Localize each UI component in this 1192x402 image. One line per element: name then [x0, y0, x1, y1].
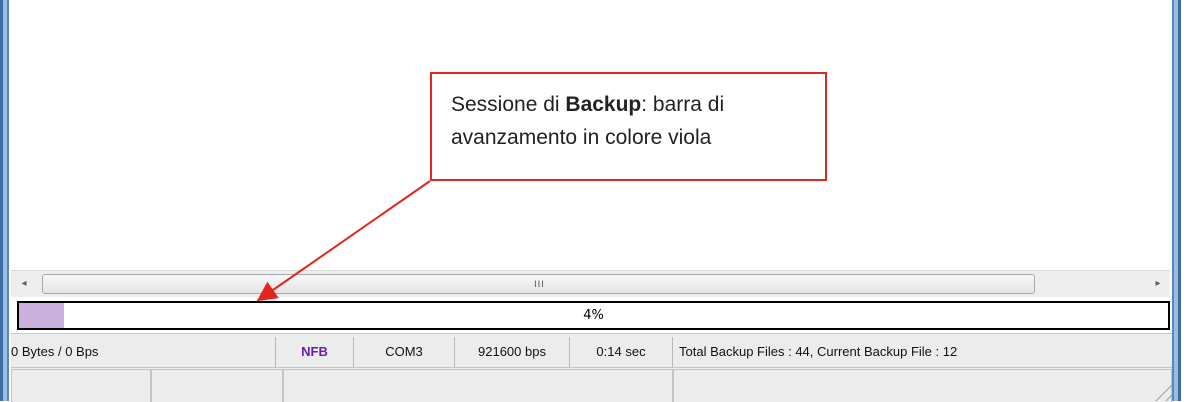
annotation-arrow-icon	[256, 180, 431, 302]
